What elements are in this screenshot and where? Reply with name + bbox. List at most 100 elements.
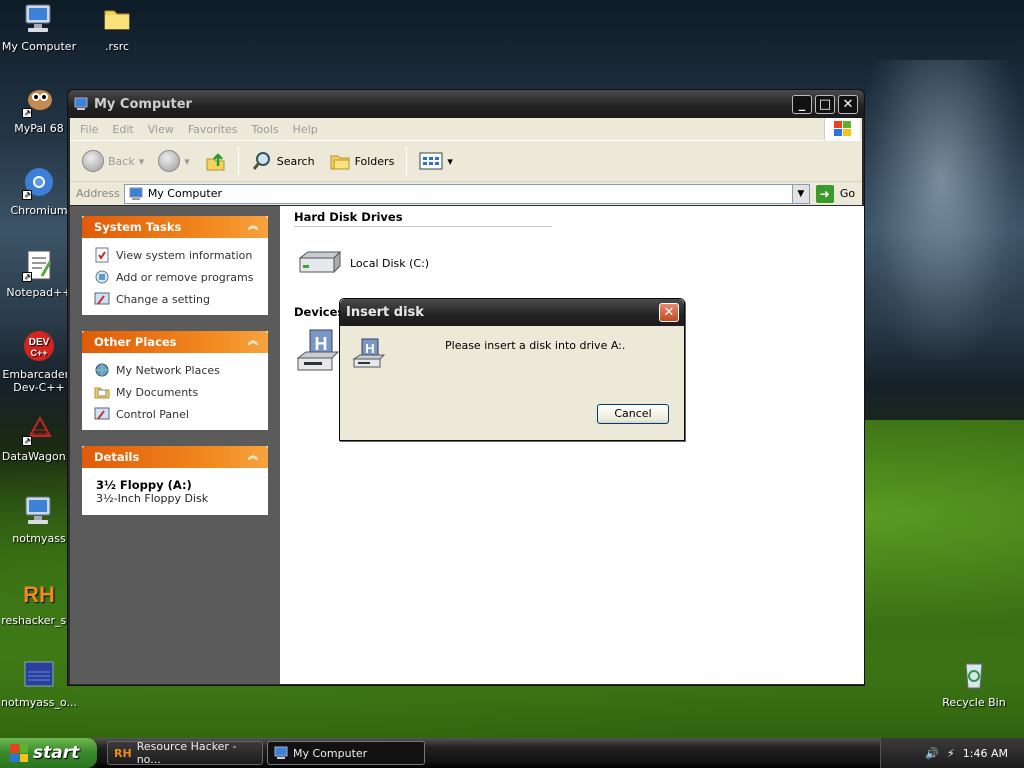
datawagon-icon: ↗ xyxy=(22,412,56,446)
other-places-header[interactable]: Other Places ︽ xyxy=(82,331,268,353)
task-pane: System Tasks ︽ View system information A… xyxy=(70,206,280,684)
details-item-name: 3½ Floppy (A:) xyxy=(96,478,192,492)
up-folder-button[interactable] xyxy=(200,145,230,177)
desktop-icon-my-computer[interactable]: My Computer xyxy=(0,2,78,53)
taskbar-button-resource-hacker[interactable]: RH Resource Hacker - no... xyxy=(107,740,263,766)
search-button[interactable]: Search xyxy=(247,145,319,177)
toolbar: Back ▾ ▾ Search Folders ▾ xyxy=(70,140,862,181)
window-titlebar[interactable]: My Computer xyxy=(68,90,864,118)
floppy-drive-item[interactable]: H xyxy=(296,328,342,376)
menu-edit[interactable]: Edit xyxy=(112,123,133,136)
maximize-button[interactable]: □ xyxy=(815,95,835,114)
menu-tools[interactable]: Tools xyxy=(252,123,279,136)
window-title: My Computer xyxy=(94,96,192,112)
svg-text:H: H xyxy=(365,341,374,356)
shortcut-arrow-icon: ↗ xyxy=(22,108,32,118)
dialog-message: Please insert a disk into drive A:. xyxy=(445,339,626,352)
dropdown-arrow-icon: ▾ xyxy=(447,154,453,168)
address-bar: Address My Computer ▼ ➜ Go xyxy=(70,181,862,205)
clock[interactable]: 1:46 AM xyxy=(963,747,1008,760)
desktop-icon-rsrc[interactable]: .rsrc xyxy=(78,2,156,53)
change-setting-link[interactable]: Change a setting xyxy=(82,288,268,310)
folders-button[interactable]: Folders xyxy=(325,145,399,177)
my-network-places-link[interactable]: My Network Places xyxy=(82,359,268,381)
dialog-title: Insert disk xyxy=(346,305,424,320)
toolbar-separator xyxy=(406,147,408,175)
collapse-chevron-icon[interactable]: ︽ xyxy=(246,220,260,234)
computer-icon xyxy=(74,97,88,111)
panel-title: System Tasks xyxy=(94,220,182,234)
control-panel-link[interactable]: Control Panel xyxy=(82,403,268,425)
cancel-button[interactable]: Cancel xyxy=(597,404,669,424)
task-label: My Computer xyxy=(293,746,368,760)
computer-icon xyxy=(22,494,56,528)
recycle-bin-icon xyxy=(957,658,991,692)
mypal-icon: ↗ xyxy=(22,84,56,118)
add-remove-programs-link[interactable]: Add or remove programs xyxy=(82,266,268,288)
details-item-type: 3½-Inch Floppy Disk xyxy=(96,492,209,505)
address-input[interactable]: My Computer ▼ xyxy=(123,183,810,204)
other-places-panel: Other Places ︽ My Network Places My Docu… xyxy=(82,331,268,430)
task-label: Resource Hacker - no... xyxy=(136,740,237,766)
collapse-chevron-icon[interactable]: ︽ xyxy=(246,335,260,349)
view-system-info-link[interactable]: View system information xyxy=(82,244,268,266)
notepadpp-icon: ↗ xyxy=(22,248,56,282)
link-label: My Documents xyxy=(116,385,199,399)
system-tasks-header[interactable]: System Tasks ︽ xyxy=(82,216,268,238)
back-label: Back xyxy=(108,154,135,168)
views-button[interactable]: ▾ xyxy=(415,145,457,177)
shortcut-arrow-icon: ↗ xyxy=(22,272,32,282)
menu-view[interactable]: View xyxy=(148,123,174,136)
application-window-icon xyxy=(22,658,56,692)
system-tray: 🔊 ⚡ 1:46 AM xyxy=(880,738,1024,768)
windows-logo-icon xyxy=(824,118,860,140)
taskbar-button-my-computer[interactable]: My Computer xyxy=(267,741,425,765)
volume-icon[interactable]: 🔊 xyxy=(925,747,939,760)
devcpp-icon: DEV C++ xyxy=(22,330,56,364)
svg-text:C++: C++ xyxy=(30,348,47,358)
menu-favorites[interactable]: Favorites xyxy=(188,123,238,136)
search-label: Search xyxy=(276,154,315,168)
network-places-icon xyxy=(95,363,109,377)
local-disk-label: Local Disk (C:) xyxy=(350,256,430,270)
dialog-close-button[interactable]: ✕ xyxy=(659,303,679,322)
computer-icon xyxy=(129,187,143,200)
control-panel-icon xyxy=(94,407,110,420)
svg-text:DEV: DEV xyxy=(29,337,50,348)
back-button[interactable]: Back ▾ xyxy=(78,145,148,177)
folders-label: Folders xyxy=(354,154,395,168)
desktop-icon-recycle-bin[interactable]: Recycle Bin xyxy=(935,658,1013,709)
my-documents-link[interactable]: My Documents xyxy=(82,381,268,403)
address-dropdown-button[interactable]: ▼ xyxy=(791,184,809,203)
forward-arrow-icon xyxy=(158,150,181,172)
panel-title: Details xyxy=(94,450,140,464)
desktop-sky xyxy=(860,60,1024,360)
my-documents-icon xyxy=(94,387,110,399)
panel-title: Other Places xyxy=(94,335,177,349)
start-button[interactable]: start xyxy=(0,738,97,768)
menu-bar: File Edit View Favorites Tools Help xyxy=(70,118,862,140)
search-icon xyxy=(252,152,270,170)
network-icon[interactable]: ⚡ xyxy=(947,747,955,760)
go-arrow-icon: ➜ xyxy=(815,184,834,203)
close-button[interactable]: ✕ xyxy=(838,95,858,114)
details-header[interactable]: Details ︽ xyxy=(82,446,268,468)
floppy-drive-icon: H xyxy=(296,329,340,371)
windows-flag-icon xyxy=(10,744,28,762)
folder-icon xyxy=(100,2,134,36)
go-button[interactable]: ➜ Go xyxy=(815,184,856,203)
menu-file[interactable]: File xyxy=(80,123,98,136)
collapse-chevron-icon[interactable]: ︽ xyxy=(246,450,260,464)
content-pane: Hard Disk Drives Local Disk (C:) Devices… xyxy=(280,206,864,684)
link-label: Control Panel xyxy=(116,407,189,421)
minimize-button[interactable]: _ xyxy=(792,95,812,114)
go-label: Go xyxy=(839,187,856,200)
desktop-icon-label: notmyass_o... xyxy=(1,696,77,709)
dialog-titlebar[interactable]: Insert disk xyxy=(340,299,684,326)
local-disk-item[interactable]: Local Disk (C:) xyxy=(296,248,429,278)
computer-icon xyxy=(274,746,288,759)
forward-button[interactable]: ▾ xyxy=(154,145,194,177)
menu-help[interactable]: Help xyxy=(293,123,318,136)
link-label: Change a setting xyxy=(116,292,210,306)
svg-text:H: H xyxy=(315,334,328,354)
